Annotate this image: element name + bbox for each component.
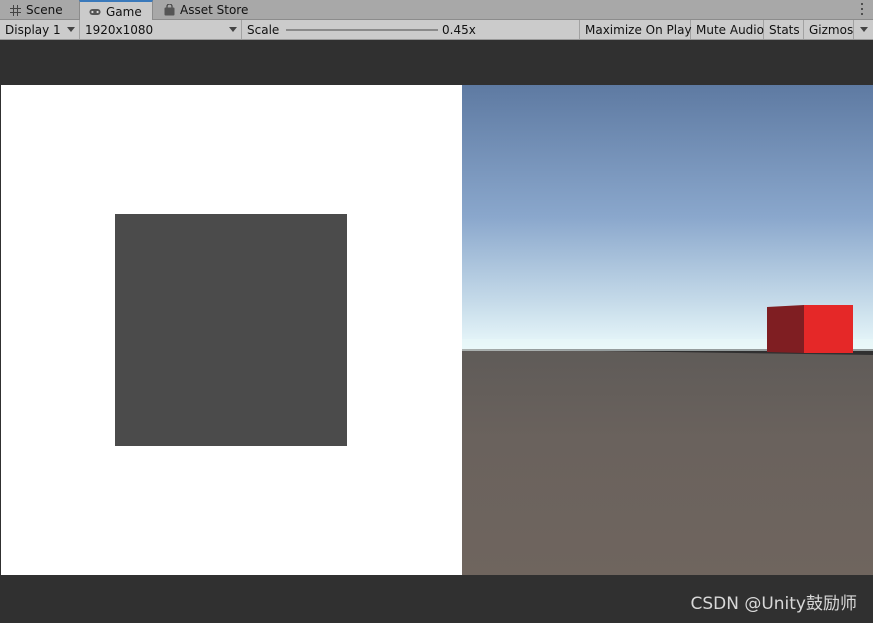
cube-side-face [767, 305, 804, 353]
chevron-down-icon [229, 27, 237, 32]
gizmos-button[interactable]: Gizmos [804, 20, 854, 39]
tab-scene-label: Scene [26, 3, 63, 17]
chevron-down-icon [67, 27, 75, 32]
tab-game[interactable]: Game [79, 0, 153, 21]
cube-front-face [804, 305, 853, 353]
display-dropdown[interactable]: Display 1 [0, 20, 80, 39]
grid-icon [9, 4, 21, 16]
resolution-dropdown[interactable]: 1920x1080 [80, 20, 242, 39]
scale-label: Scale [247, 22, 280, 37]
gamepad-icon [89, 6, 101, 18]
tab-game-label: Game [106, 4, 142, 19]
gizmos-label: Gizmos [809, 22, 854, 37]
ground [462, 349, 873, 575]
scale-slider[interactable] [286, 29, 438, 31]
tab-asset-store-label: Asset Store [180, 3, 249, 17]
window-tab-bar: Scene Game Asset Store [0, 0, 873, 21]
game-view[interactable]: CSDN @Unity鼓励师 [0, 40, 873, 623]
resolution-dropdown-label: 1920x1080 [85, 22, 154, 37]
stats-button[interactable]: Stats [764, 20, 804, 39]
maximize-on-play-button[interactable]: Maximize On Play [580, 20, 692, 39]
scale-control: Scale 0.45x [242, 20, 580, 39]
scene-render [462, 85, 873, 575]
tab-asset-store[interactable]: Asset Store [154, 0, 254, 20]
mute-audio-button[interactable]: Mute Audio [691, 20, 764, 39]
more-options-icon[interactable] [857, 2, 867, 16]
camera-render [462, 85, 873, 575]
game-view-toolbar: Display 1 1920x1080 Scale 0.45x Maximize… [0, 20, 873, 40]
ui-panel [115, 214, 347, 446]
chevron-down-icon [860, 27, 868, 32]
tab-scene[interactable]: Scene [0, 0, 78, 20]
gizmos-dropdown[interactable] [854, 20, 873, 39]
stats-label: Stats [769, 22, 800, 37]
scale-value: 0.45x [442, 22, 476, 37]
mute-audio-label: Mute Audio [696, 22, 764, 37]
ui-canvas-area [1, 85, 462, 575]
watermark-text: CSDN @Unity鼓励师 [690, 594, 857, 614]
store-bag-icon [163, 4, 175, 16]
display-dropdown-label: Display 1 [5, 22, 61, 37]
maximize-on-play-label: Maximize On Play [585, 22, 692, 37]
